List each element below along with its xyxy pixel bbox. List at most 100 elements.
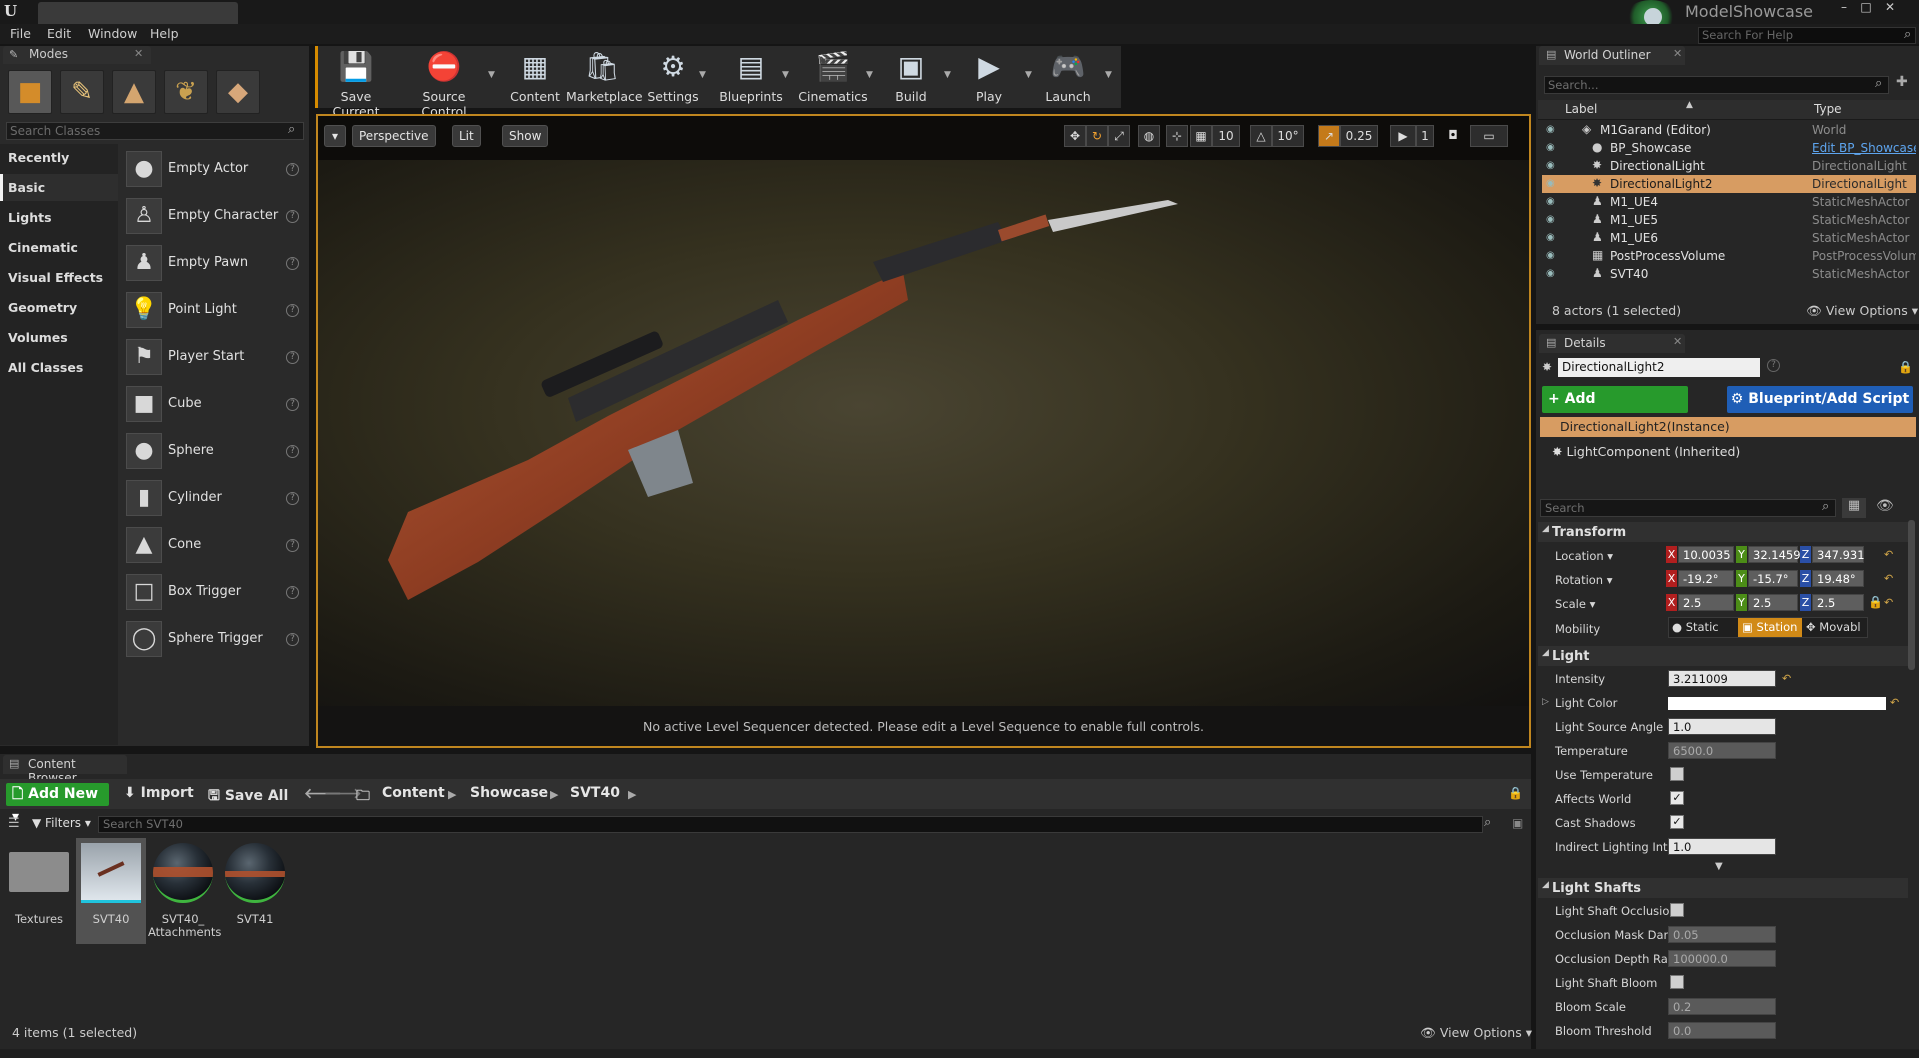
save-current-button[interactable]: 💾 Save Current [326, 48, 386, 119]
outliner-row[interactable]: ◉ ♟ M1_UE4 StaticMeshActor [1542, 193, 1916, 211]
reset-arrow-icon[interactable]: ↶ [1884, 572, 1893, 585]
reset-arrow-icon[interactable]: ↶ [1884, 596, 1893, 609]
help-icon[interactable]: ? [286, 398, 299, 411]
play-button[interactable]: ▶ Play [966, 48, 1012, 106]
lock-icon[interactable]: 🔒 [1868, 595, 1883, 609]
maximize-viewport-icon[interactable]: ◘ [1442, 125, 1464, 147]
component-inherited-row[interactable]: ✸ LightComponent (Inherited) [1552, 444, 1740, 459]
chevron-down-icon[interactable]: ▼ [944, 70, 951, 80]
shaft-occlusion-checkbox[interactable] [1670, 903, 1684, 917]
help-icon[interactable]: ? [286, 445, 299, 458]
visibility-icon[interactable]: ◉ [1546, 268, 1555, 279]
type-column-header[interactable]: Type [1814, 102, 1842, 116]
use-temperature-checkbox[interactable] [1670, 767, 1684, 781]
menu-file[interactable]: File [10, 26, 31, 41]
temperature-field[interactable]: 6500.0 [1668, 742, 1776, 759]
visibility-icon[interactable]: ◉ [1546, 178, 1555, 189]
category-lights[interactable]: Lights [0, 204, 118, 231]
close-button[interactable]: ✕ [1880, 0, 1900, 14]
category-geometry[interactable]: Geometry [0, 294, 118, 321]
landscape-mode-button[interactable]: ▲ [112, 70, 156, 114]
breadcrumb-separator-icon[interactable]: ▶ [628, 788, 636, 801]
help-icon[interactable]: ? [286, 304, 299, 317]
menu-help[interactable]: Help [150, 26, 179, 41]
outliner-row[interactable]: ◉ ♟ M1_UE6 StaticMeshActor [1542, 229, 1916, 247]
filters-button[interactable]: ▼ Filters ▾ [32, 816, 91, 830]
build-button[interactable]: ▣ Build [892, 48, 930, 106]
visibility-icon[interactable]: ◉ [1546, 124, 1555, 135]
category-recently-placed[interactable]: Recently Placed [0, 144, 118, 192]
rotation-z-field[interactable]: 19.48° [1812, 570, 1864, 587]
mobility-stationary-option[interactable]: ▣ Station [1738, 618, 1802, 637]
foliage-mode-button[interactable]: ❦ [164, 70, 208, 114]
class-item[interactable]: ▮ Cylinder? [126, 478, 306, 518]
settings-button[interactable]: ⚙ Settings [647, 48, 698, 106]
visibility-icon[interactable]: ◉ [1546, 250, 1555, 261]
menu-edit[interactable]: Edit [47, 26, 71, 41]
collapse-arrow-icon[interactable]: ◢ [1542, 880, 1549, 890]
help-search-input[interactable]: Search For Help [1698, 27, 1916, 44]
asset-tile[interactable]: SVT40_ Attachments [148, 838, 221, 944]
outliner-row[interactable]: ◉ ♟ M1_UE5 StaticMeshActor [1542, 211, 1916, 229]
import-button[interactable]: ⬇ Import [124, 785, 194, 801]
scale-snap-icon[interactable]: ↗ [1318, 125, 1340, 147]
help-icon[interactable]: ? [286, 539, 299, 552]
outliner-row[interactable]: ◉ ◈ M1Garand (Editor) World [1542, 121, 1916, 139]
class-item[interactable]: ● Empty Actor? [126, 149, 306, 189]
details-scrollbar[interactable] [1908, 520, 1915, 670]
expand-advanced-icon[interactable]: ▼ [1715, 861, 1723, 872]
close-icon[interactable]: ✕ [1673, 47, 1682, 60]
paint-mode-button[interactable]: ✎ [60, 70, 104, 114]
light-shafts-section[interactable]: Light Shafts [1538, 878, 1908, 898]
location-x-field[interactable]: 10.0035 [1678, 546, 1734, 563]
world-icon[interactable]: ◍ [1138, 125, 1160, 147]
transform-section[interactable]: Transform [1538, 522, 1908, 542]
modes-tab[interactable]: Modes [3, 46, 151, 64]
indirect-intensity-field[interactable]: 1.0 [1668, 838, 1776, 855]
scale-y-field[interactable]: 2.5 [1748, 594, 1798, 611]
mobility-static-option[interactable]: ● Static [1672, 619, 1736, 636]
outliner-search-input[interactable]: Search... [1544, 76, 1889, 94]
class-item[interactable]: ♙ Empty Character? [126, 196, 306, 236]
property-matrix-icon[interactable]: ▦ [1842, 498, 1866, 518]
help-icon[interactable]: ? [286, 351, 299, 364]
search-icon[interactable]: ⌕ [1904, 27, 1918, 42]
details-search-input[interactable]: Search [1540, 499, 1836, 517]
collapse-arrow-icon[interactable]: ◢ [1542, 524, 1549, 534]
shaft-bloom-checkbox[interactable] [1670, 975, 1684, 989]
scale-snap-value[interactable]: 0.25 [1340, 125, 1378, 147]
asset-tile[interactable]: Textures [4, 838, 74, 944]
details-tab[interactable]: Details [1539, 334, 1685, 353]
cb-view-options[interactable]: 👁 View Options ▾ [1420, 1025, 1532, 1041]
affects-world-checkbox[interactable]: ✓ [1670, 791, 1684, 805]
outliner-row[interactable]: ◉ ✸ DirectionalLight DirectionalLight [1542, 157, 1916, 175]
class-item[interactable]: ◯ Sphere Trigger? [126, 619, 306, 659]
mobility-movable-option[interactable]: ✥ Movabl [1806, 619, 1868, 636]
content-search-input[interactable]: Search SVT40 [98, 816, 1483, 833]
help-icon[interactable]: ? [1767, 359, 1780, 372]
help-icon[interactable]: ? [286, 163, 299, 176]
help-icon[interactable]: ? [286, 210, 299, 223]
save-search-icon[interactable]: ▣ [1512, 816, 1523, 830]
class-item[interactable]: ♟ Empty Pawn? [126, 243, 306, 283]
camera-icon[interactable]: ▶ [1390, 125, 1416, 147]
scale-label[interactable]: Scale ▾ [1555, 597, 1595, 611]
outliner-row[interactable]: ◉ ● BP_Showcase Edit BP_Showcase [1542, 139, 1916, 157]
source-angle-field[interactable]: 1.0 [1668, 718, 1776, 735]
class-item[interactable]: 💡 Point Light? [126, 290, 306, 330]
lock-icon[interactable]: 🔒 [1898, 360, 1913, 374]
camera-speed-value[interactable]: 1 [1416, 125, 1434, 147]
visibility-icon[interactable]: ◉ [1546, 232, 1555, 243]
breadcrumb-separator-icon[interactable]: ▶ [550, 788, 558, 801]
close-icon[interactable]: ✕ [134, 47, 143, 60]
category-basic[interactable]: Basic [0, 174, 118, 201]
search-icon[interactable]: ⌕ [1875, 76, 1882, 91]
reset-arrow-icon[interactable]: ↶ [1884, 548, 1893, 561]
asset-tile-selected[interactable]: SVT40 [76, 838, 146, 944]
reset-arrow-icon[interactable]: ↶ [1890, 696, 1899, 709]
class-item[interactable]: ■ Cube? [126, 384, 306, 424]
add-new-button[interactable]: 🗋 Add New ▾ [6, 783, 109, 825]
class-item[interactable]: ● Sphere? [126, 431, 306, 471]
rotate-icon[interactable]: ↻ [1086, 125, 1108, 147]
category-cinematic[interactable]: Cinematic [0, 234, 118, 261]
